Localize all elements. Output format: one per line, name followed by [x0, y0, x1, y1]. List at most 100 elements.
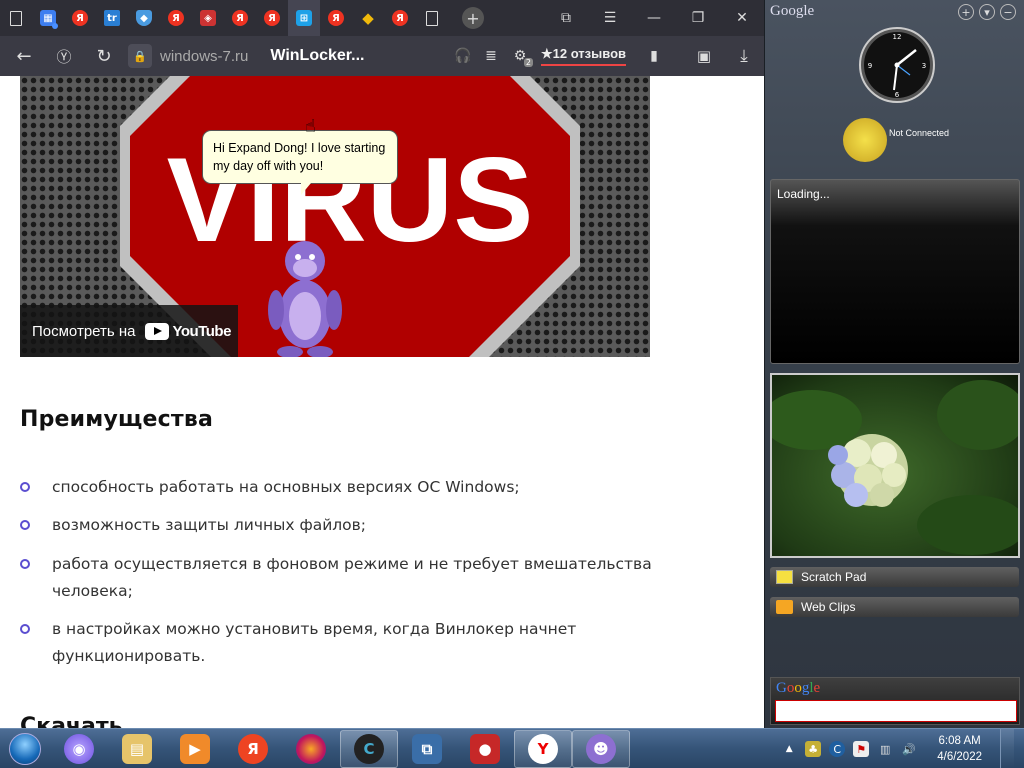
remote-icon: ⧉ [412, 733, 442, 764]
analog-clock[interactable]: 12 3 6 9 [858, 26, 936, 104]
yandex-icon: Я [168, 10, 184, 26]
sidebar-close-icon[interactable]: − [1000, 4, 1016, 20]
youtube-play-icon [145, 322, 170, 340]
back-icon[interactable]: ← [4, 36, 44, 76]
google-search-input[interactable] [775, 700, 1017, 722]
reader-icon[interactable]: ≣ [477, 36, 505, 76]
taskbar-app-7[interactable]: ⧉ [398, 730, 456, 768]
restore-icon[interactable]: ❐ [676, 0, 720, 36]
tab-strip: ▦ Я tr ◆ Я ◈ Я Я ⊞ Я ◆ Я + ⧉ ☰ — ❐ ✕ [0, 0, 764, 36]
page-title[interactable]: WinLocker... [270, 47, 364, 65]
tab-1[interactable] [0, 0, 32, 36]
news-panel[interactable]: Loading... [770, 179, 1020, 364]
menu-icon[interactable]: ☰ [588, 0, 632, 36]
scratch-pad-gadget[interactable]: Scratch Pad [770, 567, 1019, 587]
recorder-icon: ● [470, 733, 500, 764]
section-heading: Преимущества [20, 407, 214, 432]
new-tab-button[interactable]: + [462, 7, 484, 29]
network-icon[interactable]: ▥ [877, 741, 893, 757]
cube-icon: ◈ [200, 10, 216, 26]
tab-11[interactable]: Я [320, 0, 352, 36]
collections-icon[interactable]: ▣ [684, 36, 724, 76]
sidebar-title: Google [770, 3, 815, 19]
taskbar-clock[interactable]: 6:08 AM 4/6/2022 [937, 733, 982, 765]
download-icon[interactable]: ⤓ [724, 36, 764, 76]
start-button[interactable] [0, 729, 50, 768]
tab-7[interactable]: ◈ [192, 0, 224, 36]
url-domain[interactable]: windows-7.ru [160, 48, 248, 65]
show-hidden-icons[interactable]: ▲ [781, 741, 797, 757]
extensions-icon[interactable]: ⚙ 2 [505, 36, 535, 76]
bonzi-tray-icon[interactable]: ♣ [805, 741, 822, 757]
bonzi-buddy-character [268, 241, 342, 357]
taskbar-app-3[interactable]: ▶ [166, 730, 224, 768]
tab-3[interactable]: Я [64, 0, 96, 36]
yandex-icon: Я [238, 733, 268, 764]
tab-10-active[interactable]: ⊞ [288, 0, 320, 36]
bullet-icon [20, 482, 30, 492]
tab-5[interactable]: ◆ [128, 0, 160, 36]
taskbar-app-5[interactable] [282, 730, 340, 768]
bookmarks-icon[interactable]: ⧉ [544, 0, 588, 36]
hand-cursor-icon: ☝ [305, 116, 316, 137]
alice-icon: ◉ [64, 733, 94, 764]
google-desktop-sidebar: Google + ▾ − 12 3 6 9 Not Connected Loading… [764, 0, 1024, 728]
page-content: VIRUS Посмотреть на YouTube Hi Expand Do… [0, 76, 752, 728]
firefox-icon [296, 733, 326, 764]
close-icon[interactable]: ✕ [720, 0, 764, 36]
volume-icon[interactable]: 🔊 [901, 741, 917, 757]
taskbar-app-4[interactable]: Я [224, 730, 282, 768]
yandex-home-icon[interactable]: Ⓨ [44, 36, 84, 76]
show-desktop-button[interactable] [1000, 729, 1014, 768]
watch-on-label: Посмотреть на [32, 322, 136, 340]
action-center-icon[interactable]: ⚑ [853, 741, 870, 757]
ccleaner-tray-icon[interactable]: C [829, 741, 846, 757]
tab-13[interactable]: Я [384, 0, 416, 36]
youtube-embed[interactable]: VIRUS Посмотреть на YouTube [20, 76, 650, 357]
svg-text:3: 3 [922, 62, 926, 70]
binance-icon: ◆ [362, 9, 374, 27]
taskbar-app-2[interactable]: ▤ [108, 730, 166, 768]
tab-9[interactable]: Я [256, 0, 288, 36]
add-gadget-icon[interactable]: + [958, 4, 974, 20]
media-icon: ▶ [180, 733, 210, 764]
lock-icon[interactable]: 🔒 [128, 44, 152, 68]
sidebar-menu-icon[interactable]: ▾ [979, 4, 995, 20]
tab-8[interactable]: Я [224, 0, 256, 36]
tab-6[interactable]: Я [160, 0, 192, 36]
google-logo: Google [776, 680, 821, 696]
browser-window: ▦ Я tr ◆ Я ◈ Я Я ⊞ Я ◆ Я + ⧉ ☰ — ❐ ✕ ← Ⓨ… [0, 0, 764, 728]
taskbar-app-1[interactable]: ◉ [50, 730, 108, 768]
bullet-icon [20, 520, 30, 530]
tab-14[interactable] [416, 0, 448, 36]
weather-icon[interactable] [843, 118, 887, 162]
bonzi-speech-bubble[interactable]: Hi Expand Dong! I love starting my day o… [202, 130, 398, 195]
yandex-browser-icon: Y [528, 733, 558, 764]
yandex-icon: Я [392, 10, 408, 26]
rss-icon [776, 600, 793, 614]
bookmark-icon[interactable]: ▮ [634, 36, 674, 76]
reviews-button[interactable]: ★12 отзывов [540, 46, 626, 66]
headphones-icon[interactable]: 🎧 [449, 36, 477, 76]
tab-2[interactable]: ▦ [32, 0, 64, 36]
address-bar: ← Ⓨ ↻ 🔒 windows-7.ru WinLocker... 🎧 ≣ ⚙ 2… [0, 36, 764, 76]
list-item: способность работать на основных версиях… [20, 474, 670, 501]
hydrangea-photo [772, 380, 1018, 555]
web-clips-gadget[interactable]: Web Clips [770, 597, 1019, 617]
youtube-logo: YouTube [145, 322, 231, 340]
tab-12[interactable]: ◆ [352, 0, 384, 36]
yandex-icon: Я [72, 10, 88, 26]
taskbar-app-6[interactable]: C [340, 729, 398, 768]
taskbar-app-8[interactable]: ● [456, 730, 514, 768]
tab-4[interactable]: tr [96, 0, 128, 36]
svg-text:9: 9 [868, 62, 872, 70]
reload-icon[interactable]: ↻ [84, 36, 124, 76]
taskbar-app-9[interactable]: Y [514, 729, 572, 768]
taskbar: ◉ ▤ ▶ Я C ⧉ ● Y ☻ ▲ ♣ C ⚑ ▥ 🔊 6:08 AM 4/… [0, 728, 1024, 768]
windows-icon: ⊞ [296, 10, 312, 26]
loading-text: Loading... [777, 187, 830, 201]
minimize-icon[interactable]: — [632, 0, 676, 36]
taskbar-app-10[interactable]: ☻ [572, 729, 630, 768]
watch-on-youtube-button[interactable]: Посмотреть на YouTube [20, 305, 238, 357]
photo-gadget[interactable] [770, 373, 1020, 558]
